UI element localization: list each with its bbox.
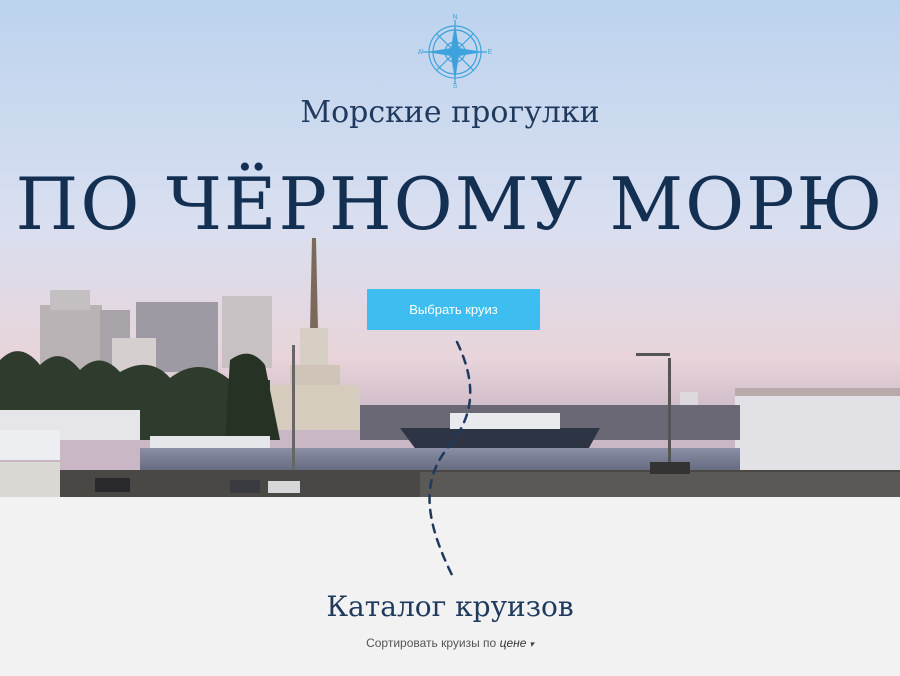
sort-control: Сортировать круизы по цене ▾ [0, 636, 900, 650]
compass-west-label: W [418, 49, 424, 56]
compass-north-label: N [452, 14, 457, 21]
sort-prefix-label: Сортировать круизы по [366, 636, 497, 650]
hero-subtitle: Морские прогулки [300, 95, 600, 130]
chevron-down-icon[interactable]: ▾ [529, 639, 534, 649]
hero-title: ПО ЧЁРНОМУ МОРЮ [15, 162, 885, 246]
choose-cruise-button[interactable]: Выбрать круиз [367, 289, 540, 330]
sort-by-price-dropdown[interactable]: цене ▾ [500, 636, 534, 650]
compass-south-label: S [453, 83, 458, 88]
sort-value-label[interactable]: цене [500, 636, 527, 650]
hero-section: N E S W Морские прогулки ПО ЧЁРНОМУ МОРЮ… [0, 0, 900, 497]
compass-east-label: E [488, 49, 492, 56]
compass-logo-icon: N E S W [418, 14, 492, 88]
catalog-title: Каталог круизов [326, 590, 574, 623]
